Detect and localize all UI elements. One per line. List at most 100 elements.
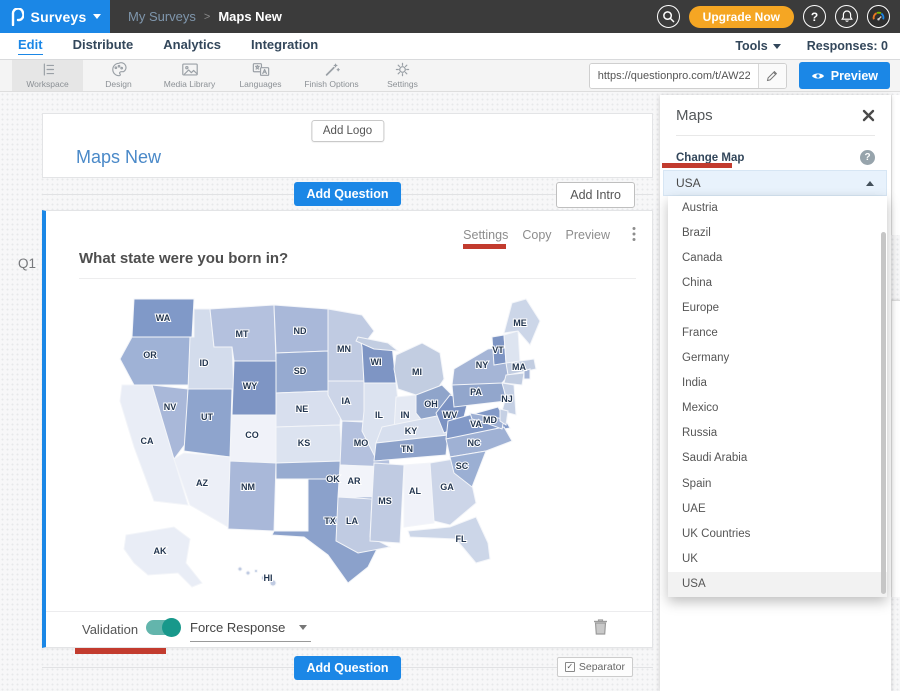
map-option[interactable]: Saudi Arabia bbox=[668, 446, 887, 471]
force-response-dropdown[interactable]: Force Response bbox=[190, 620, 311, 642]
app-name: Surveys bbox=[31, 9, 87, 25]
survey-title-card: Add Logo Maps New bbox=[42, 113, 653, 178]
toolbar-item-workspace[interactable]: Workspace bbox=[12, 60, 83, 91]
survey-title[interactable]: Maps New bbox=[76, 147, 161, 168]
preview-button[interactable]: Preview bbox=[799, 62, 890, 89]
notifications-button[interactable] bbox=[835, 5, 858, 28]
chevron-down-icon bbox=[93, 14, 101, 19]
workspace: Q1 Add Logo Maps New Add Question Add In… bbox=[0, 92, 900, 691]
toolbar-item-label: Finish Options bbox=[304, 79, 358, 89]
state-KS[interactable] bbox=[276, 425, 342, 463]
map-option[interactable]: UK bbox=[668, 547, 887, 572]
search-button[interactable] bbox=[657, 5, 680, 28]
state-AL[interactable] bbox=[404, 463, 434, 527]
toolbar-item-languages[interactable]: Languages bbox=[225, 60, 296, 91]
upgrade-now-button[interactable]: Upgrade Now bbox=[689, 6, 794, 28]
add-logo-button[interactable]: Add Logo bbox=[311, 120, 384, 142]
map-option[interactable]: Spain bbox=[668, 472, 887, 497]
separator-label: Separator bbox=[579, 661, 625, 673]
usa-map: WAORCAIDNVUTAZMTWYCONMNDSDNEKSOKTXMNIAMO… bbox=[90, 291, 560, 609]
eye-icon bbox=[811, 71, 825, 81]
map-container: WAORCAIDNVUTAZMTWYCONMNDSDNEKSOKTXMNIAMO… bbox=[90, 291, 560, 614]
map-option[interactable]: Austria bbox=[668, 196, 887, 221]
map-option[interactable]: Mexico bbox=[668, 396, 887, 421]
state-CT[interactable] bbox=[504, 373, 524, 385]
map-option[interactable]: China bbox=[668, 271, 887, 296]
tab-analytics[interactable]: Analytics bbox=[163, 37, 221, 55]
toolbar-item-finish-options[interactable]: Finish Options bbox=[296, 60, 367, 91]
question-text[interactable]: What state were you born in? bbox=[79, 250, 288, 267]
add-question-button-bottom[interactable]: Add Question bbox=[294, 656, 402, 680]
validation-toggle[interactable] bbox=[146, 620, 179, 635]
toolbar-item-label: Media Library bbox=[164, 79, 216, 89]
state-OR[interactable] bbox=[120, 337, 192, 385]
topbar-actions: Upgrade Now ? bbox=[657, 5, 900, 28]
state-WA[interactable] bbox=[132, 299, 194, 337]
tab-edit[interactable]: Edit bbox=[18, 37, 43, 55]
map-option[interactable]: Brazil bbox=[668, 221, 887, 246]
help-icon[interactable]: ? bbox=[860, 150, 875, 165]
map-option[interactable]: UAE bbox=[668, 497, 887, 522]
map-option[interactable]: India bbox=[668, 371, 887, 396]
close-panel-button[interactable] bbox=[862, 109, 875, 122]
map-option[interactable]: Germany bbox=[668, 346, 887, 371]
workspace-icon bbox=[38, 62, 58, 77]
state-AR[interactable] bbox=[338, 465, 374, 497]
state-WY[interactable] bbox=[232, 361, 276, 415]
separator-button[interactable]: ✓ Separator bbox=[557, 657, 633, 677]
delete-question-button[interactable] bbox=[593, 618, 608, 641]
state-HI[interactable] bbox=[238, 567, 242, 571]
toolbar-item-design[interactable]: Design bbox=[83, 60, 154, 91]
subnav-right: Tools Responses: 0 bbox=[735, 39, 888, 53]
panel-title: Maps bbox=[676, 107, 713, 124]
question-preview-button[interactable]: Preview bbox=[566, 228, 610, 242]
edit-url-button[interactable] bbox=[758, 63, 786, 89]
breadcrumb-separator: > bbox=[204, 11, 210, 23]
state-HI[interactable] bbox=[262, 576, 267, 581]
editor-toolbar: Workspace Design Media Library Languages… bbox=[0, 60, 900, 92]
force-response-label: Force Response bbox=[190, 620, 285, 635]
checkbox-checked-icon: ✓ bbox=[565, 662, 575, 672]
state-NH[interactable] bbox=[504, 331, 520, 363]
tools-menu[interactable]: Tools bbox=[735, 39, 780, 53]
state-CO[interactable] bbox=[230, 415, 276, 463]
maps-settings-panel: Maps Change Map ? USA AustriaBrazilCanad… bbox=[660, 95, 891, 691]
map-option[interactable]: UK Countries bbox=[668, 522, 887, 547]
state-UT[interactable] bbox=[184, 389, 232, 457]
scrollbar[interactable] bbox=[881, 232, 886, 594]
add-intro-button[interactable]: Add Intro bbox=[556, 182, 635, 208]
share-url-input[interactable] bbox=[590, 64, 758, 88]
map-select[interactable]: USA bbox=[663, 170, 887, 196]
add-question-button-top[interactable]: Add Question bbox=[294, 182, 402, 206]
state-HI[interactable] bbox=[255, 570, 258, 573]
divider bbox=[676, 135, 875, 136]
toolbar-right: Preview bbox=[589, 60, 900, 91]
chevron-down-icon bbox=[773, 44, 781, 49]
map-option[interactable]: Russia bbox=[668, 421, 887, 446]
map-option[interactable]: Europe bbox=[668, 296, 887, 321]
state-NM[interactable] bbox=[228, 461, 276, 531]
state-SD[interactable] bbox=[276, 351, 328, 393]
map-option[interactable]: France bbox=[668, 321, 887, 346]
state-RI[interactable] bbox=[524, 369, 530, 379]
panel-header: Maps bbox=[660, 95, 891, 124]
product-switcher[interactable]: Surveys bbox=[0, 0, 110, 33]
question-settings-button[interactable]: Settings bbox=[463, 228, 508, 242]
state-AK[interactable] bbox=[124, 527, 202, 587]
map-option[interactable]: USA bbox=[668, 572, 887, 597]
tab-distribute[interactable]: Distribute bbox=[73, 37, 134, 55]
state-MS[interactable] bbox=[370, 463, 404, 543]
toolbar-item-label: Design bbox=[105, 79, 131, 89]
tab-integration[interactable]: Integration bbox=[251, 37, 318, 55]
toolbar-item-media-library[interactable]: Media Library bbox=[154, 60, 225, 91]
account-avatar[interactable] bbox=[867, 5, 890, 28]
state-ND[interactable] bbox=[274, 305, 328, 353]
state-HI[interactable] bbox=[270, 580, 276, 586]
question-copy-button[interactable]: Copy bbox=[522, 228, 551, 242]
map-option[interactable]: Canada bbox=[668, 246, 887, 271]
breadcrumb-my-surveys[interactable]: My Surveys bbox=[128, 9, 196, 24]
toolbar-item-settings[interactable]: Settings bbox=[367, 60, 438, 91]
state-HI[interactable] bbox=[246, 571, 250, 575]
help-button[interactable]: ? bbox=[803, 5, 826, 28]
kebab-menu-icon[interactable] bbox=[632, 226, 636, 247]
